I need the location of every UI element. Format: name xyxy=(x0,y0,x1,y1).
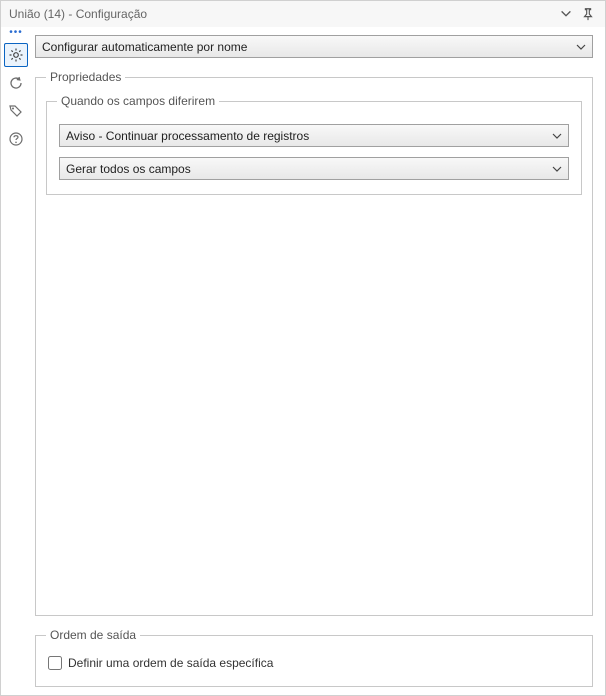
sidebar-tab-tag[interactable] xyxy=(4,99,28,123)
pin-button[interactable] xyxy=(577,3,599,25)
spacer xyxy=(46,195,582,603)
action-on-diff-select[interactable]: Aviso - Continuar processamento de regis… xyxy=(59,124,569,147)
sidebar-tab-config[interactable] xyxy=(4,43,28,67)
action-on-diff-value: Aviso - Continuar processamento de regis… xyxy=(66,129,550,143)
when-fields-differ-group: Quando os campos diferirem Aviso - Conti… xyxy=(46,94,582,195)
titlebar: União (14) - Configuração xyxy=(1,1,605,27)
properties-legend: Propriedades xyxy=(46,70,125,84)
sidebar-drag-handle[interactable]: ••• xyxy=(9,29,23,39)
output-fields-value: Gerar todos os campos xyxy=(66,162,550,176)
tag-icon xyxy=(8,103,24,119)
output-order-legend: Ordem de saída xyxy=(46,628,140,642)
gear-icon xyxy=(8,47,24,63)
when-fields-differ-legend: Quando os campos diferirem xyxy=(57,94,219,108)
specific-order-label: Definir uma ordem de saída específica xyxy=(68,656,273,670)
specific-order-checkbox[interactable] xyxy=(48,656,62,670)
sidebar-tab-refresh[interactable] xyxy=(4,71,28,95)
sidebar-tab-help[interactable] xyxy=(4,127,28,151)
chevron-down-icon xyxy=(559,7,573,21)
mode-select-value: Configurar automaticamente por nome xyxy=(42,40,574,54)
properties-group: Propriedades Quando os campos diferirem … xyxy=(35,70,593,616)
output-order-group: Ordem de saída Definir uma ordem de saíd… xyxy=(35,628,593,687)
pin-icon xyxy=(581,7,595,21)
output-fields-select[interactable]: Gerar todos os campos xyxy=(59,157,569,180)
mode-select[interactable]: Configurar automaticamente por nome xyxy=(35,35,593,58)
chevron-down-icon xyxy=(550,129,564,143)
chevron-down-icon xyxy=(550,162,564,176)
config-panel: União (14) - Configuração ••• xyxy=(0,0,606,696)
panel-body: ••• xyxy=(1,27,605,695)
collapse-button[interactable] xyxy=(555,3,577,25)
main-content: Configurar automaticamente por nome Prop… xyxy=(31,27,605,695)
help-icon xyxy=(8,131,24,147)
refresh-icon xyxy=(8,75,24,91)
sidebar: ••• xyxy=(1,27,31,695)
panel-title: União (14) - Configuração xyxy=(9,7,555,21)
chevron-down-icon xyxy=(574,40,588,54)
specific-order-row[interactable]: Definir uma ordem de saída específica xyxy=(46,652,582,674)
